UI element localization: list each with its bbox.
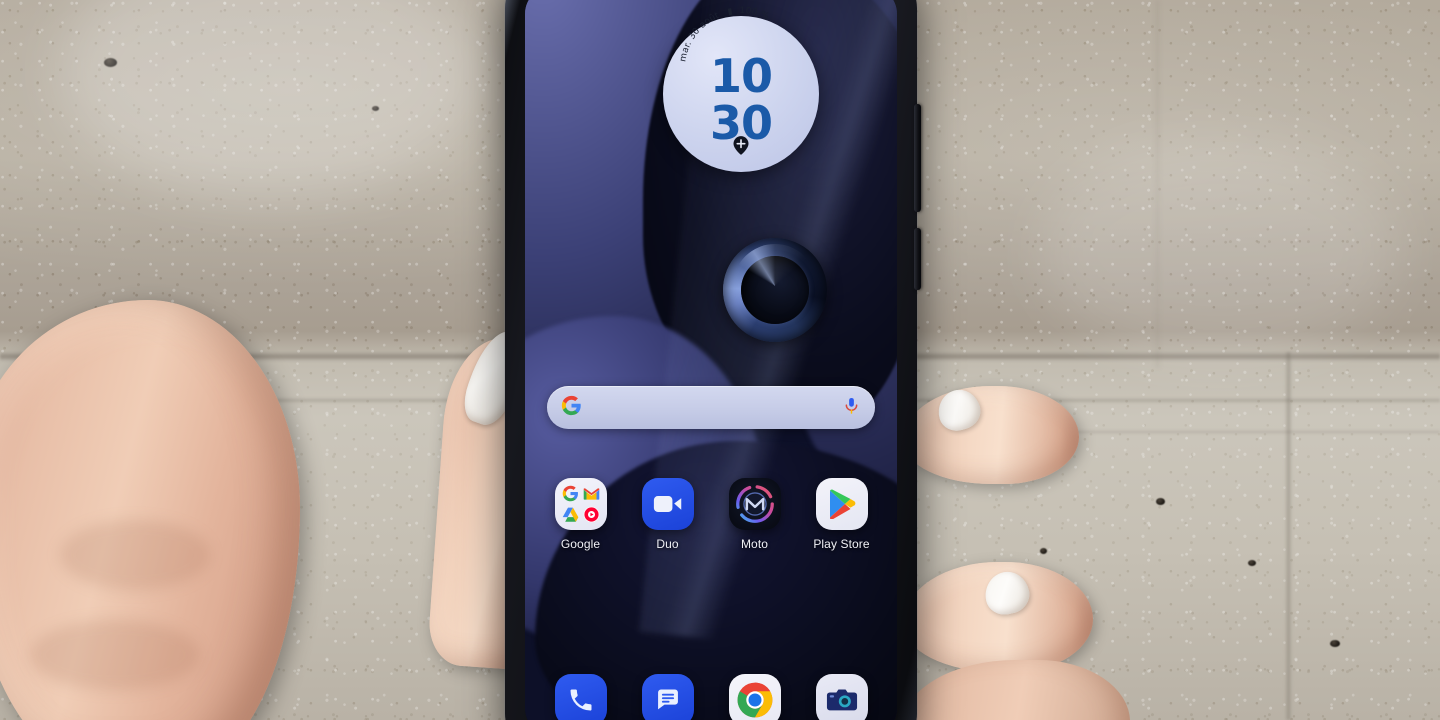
app-label: Duo [656, 537, 679, 551]
wall-pit [1248, 560, 1256, 566]
wallpaper-torus-ring [723, 238, 827, 342]
smartphone-device: mar. 30 août ▮ 100 % 10 30 Google Duo Mo… [505, 0, 921, 720]
chrome-icon [728, 674, 781, 720]
wall-pit [1040, 548, 1047, 554]
app-moto[interactable]: Moto [711, 478, 798, 551]
wall-mortar-seam [1155, 0, 1160, 368]
app-grid: Google Duo Moto Play Store [537, 478, 885, 551]
phone-icon [554, 674, 607, 720]
knuckle-shadow [60, 520, 210, 590]
camera-icon [815, 674, 868, 720]
app-google-folder[interactable]: Google [537, 478, 624, 551]
photo-scene: mar. 30 août ▮ 100 % 10 30 Google Duo Mo… [0, 0, 1440, 720]
clock-widget-arc-text: mar. 30 août ▮ 100 % [663, 6, 819, 64]
app-label: Play Store [813, 537, 870, 551]
dock-chrome[interactable] [711, 674, 798, 720]
google-search-bar[interactable] [547, 386, 875, 429]
gmail-icon [583, 487, 599, 500]
app-play-store[interactable]: Play Store [798, 478, 885, 551]
google-drive-icon [562, 507, 578, 522]
dock-phone[interactable] [537, 674, 624, 720]
volume-rocker-button[interactable] [914, 104, 921, 212]
moto-logo-icon [728, 478, 781, 530]
knuckle-shadow [30, 620, 200, 690]
dock [537, 674, 885, 720]
wall-pit [1156, 498, 1165, 505]
power-button[interactable] [914, 228, 921, 290]
clock-widget[interactable]: mar. 30 août ▮ 100 % 10 30 [663, 6, 819, 172]
app-label: Moto [740, 537, 769, 551]
location-pin-icon[interactable] [733, 136, 749, 160]
youtube-music-icon [583, 506, 599, 523]
play-store-icon [815, 478, 868, 530]
google-g-icon [561, 395, 582, 421]
google-g-icon [562, 485, 578, 502]
google-folder-icon [554, 478, 607, 530]
microphone-icon[interactable] [842, 396, 861, 420]
messages-icon [641, 674, 694, 720]
index-finger [903, 386, 1079, 484]
search-input[interactable] [582, 399, 842, 416]
wall-mortar-seam [1285, 352, 1292, 720]
wall-pit [372, 106, 379, 111]
app-duo[interactable]: Duo [624, 478, 711, 551]
wall-pit [1330, 640, 1340, 647]
dock-camera[interactable] [798, 674, 885, 720]
phone-screen[interactable]: mar. 30 août ▮ 100 % 10 30 Google Duo Mo… [525, 0, 897, 720]
duo-video-icon [641, 478, 694, 530]
dock-messages[interactable] [624, 674, 711, 720]
wall-pit [104, 58, 117, 67]
app-label: Google [560, 537, 601, 551]
curved-text-svg: mar. 30 août ▮ 100 % [678, 6, 770, 63]
